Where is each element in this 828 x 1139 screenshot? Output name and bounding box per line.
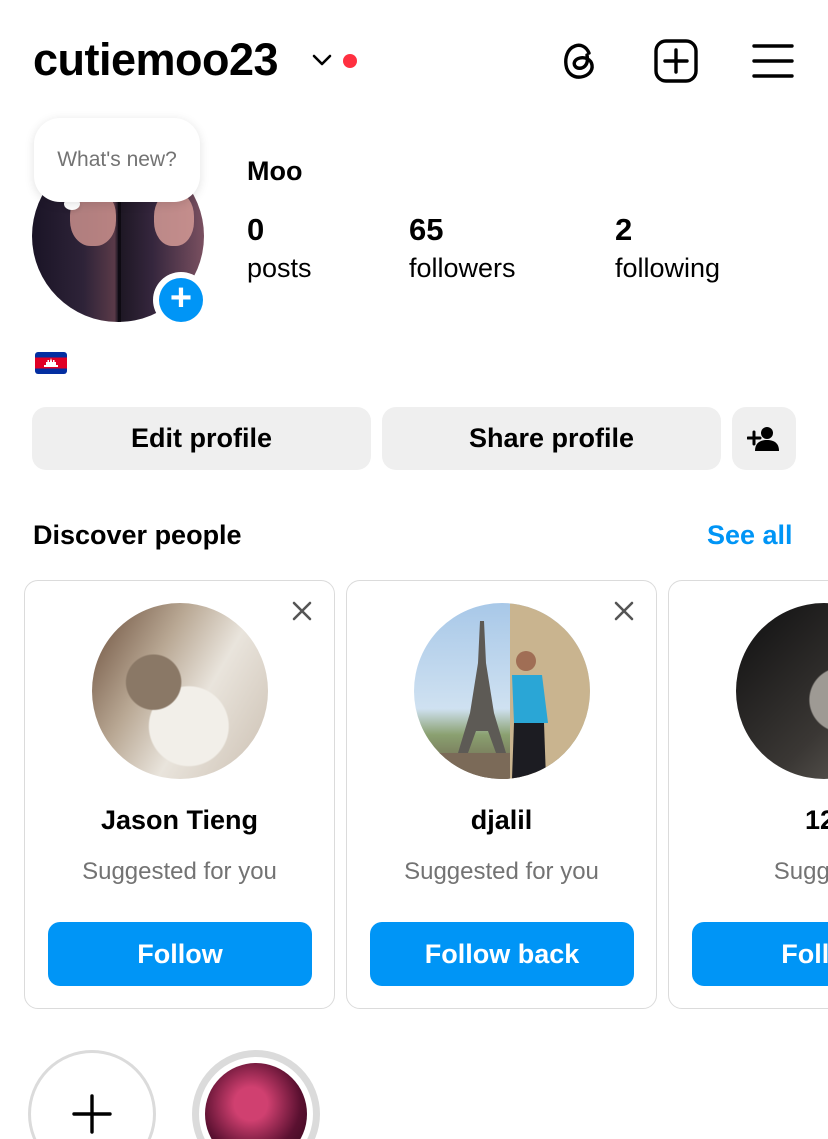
plus-icon: + <box>159 278 203 322</box>
new-highlight-button[interactable] <box>28 1050 156 1139</box>
follow-button[interactable]: Follow <box>48 922 312 986</box>
profile-header: cutiemoo23 <box>0 0 828 120</box>
follow-button[interactable]: Follow <box>692 922 828 986</box>
stat-posts[interactable]: 0 posts <box>247 212 312 288</box>
account-username[interactable]: cutiemoo23 <box>33 34 279 86</box>
suggestion-card[interactable]: djalil Suggested for you Follow back <box>346 580 657 1009</box>
add-story-button[interactable]: + <box>153 272 209 328</box>
stat-label: followers <box>409 253 516 283</box>
stat-count: 65 <box>409 212 444 247</box>
suggestion-subtitle: Suggested for you <box>82 858 277 885</box>
suggestion-card[interactable]: 12: Suggeste Follow <box>668 580 828 1009</box>
discover-people-title: Discover people <box>33 520 242 550</box>
stat-label: posts <box>247 253 312 283</box>
suggestion-name[interactable]: Jason Tieng <box>25 805 334 836</box>
note-bubble[interactable]: What's new? <box>34 118 200 202</box>
stat-following[interactable]: 2 following <box>615 212 720 288</box>
suggestion-avatar[interactable] <box>92 603 268 779</box>
story-highlight[interactable] <box>192 1050 320 1139</box>
suggestion-subtitle: Suggested for you <box>404 858 599 885</box>
stat-count: 0 <box>247 212 265 247</box>
stat-label: following <box>615 253 721 283</box>
follow-back-button[interactable]: Follow back <box>370 922 634 986</box>
add-person-icon <box>747 426 779 451</box>
suggestion-avatar[interactable] <box>414 603 590 779</box>
close-icon[interactable] <box>612 599 636 623</box>
menu-icon[interactable] <box>750 38 796 84</box>
plus-icon <box>72 1094 112 1134</box>
edit-profile-button[interactable]: Edit profile <box>32 407 371 470</box>
chevron-down-icon[interactable] <box>311 52 333 68</box>
suggestion-name[interactable]: djalil <box>347 805 656 836</box>
share-profile-button[interactable]: Share profile <box>382 407 721 470</box>
stat-count: 2 <box>615 212 633 247</box>
create-post-icon[interactable] <box>653 38 699 84</box>
suggestion-subtitle: Suggeste <box>773 858 828 885</box>
highlight-cover <box>205 1063 307 1139</box>
display-name: Moo <box>247 156 303 186</box>
cambodia-flag-icon <box>35 352 67 374</box>
suggestion-card[interactable]: Jason Tieng Suggested for you Follow <box>24 580 335 1009</box>
see-all-link[interactable]: See all <box>707 520 793 551</box>
discover-people-toggle-button[interactable] <box>732 407 796 470</box>
notification-dot <box>343 54 357 68</box>
suggestion-avatar[interactable] <box>736 603 828 779</box>
close-icon[interactable] <box>290 599 314 623</box>
eiffel-photo <box>414 603 590 779</box>
threads-icon[interactable] <box>556 38 602 84</box>
suggestion-name[interactable]: 12: <box>669 805 828 836</box>
note-placeholder: What's new? <box>57 148 177 171</box>
stat-followers[interactable]: 65 followers <box>409 212 516 288</box>
